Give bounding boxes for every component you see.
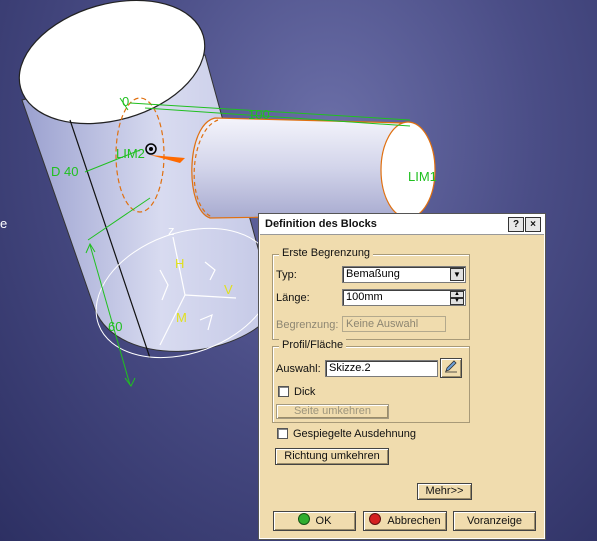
length-input-value: 100mm — [346, 291, 383, 303]
selection-label: Auswahl: — [276, 363, 321, 375]
selection-field[interactable]: Skizze.2 — [325, 360, 438, 377]
axis-m-label: M — [176, 310, 187, 325]
ok-button[interactable]: OK — [273, 511, 356, 531]
axis-v-label: V — [224, 282, 233, 297]
first-limit-title: Erste Begrenzung — [279, 247, 374, 259]
limit-field: Keine Auswahl — [342, 316, 446, 332]
length-input[interactable]: 100mm ▲ ▼ — [342, 289, 466, 306]
dim-sixty-label: 60 — [108, 319, 122, 334]
spin-up-icon[interactable]: ▲ — [450, 291, 464, 298]
left-edge-text: e — [0, 216, 7, 231]
dialog-titlebar[interactable]: Definition des Blocks ? × — [260, 215, 544, 235]
limit-label: Begrenzung: — [276, 319, 339, 331]
type-select-value: Bemaßung — [346, 268, 400, 280]
thick-label: Dick — [294, 386, 316, 398]
dialog-title: Definition des Blocks — [265, 218, 377, 230]
pad-definition-dialog[interactable]: Definition des Blocks ? × Erste Begrenzu… — [258, 213, 546, 540]
edit-sketch-icon[interactable] — [440, 358, 462, 378]
mirrored-extent-label: Gespiegelte Ausdehnung — [293, 428, 416, 440]
close-button[interactable]: × — [525, 217, 541, 232]
axis-z-label: z — [168, 223, 175, 238]
dim-zero-label: 0 — [122, 94, 129, 109]
lim1-label: LIM1 — [408, 169, 437, 184]
mirrored-extent-checkbox[interactable] — [277, 428, 288, 439]
reverse-side-button[interactable]: Seite umkehren — [276, 404, 389, 419]
cancel-label: Abbrechen — [387, 515, 441, 527]
diameter-label: D 40 — [51, 164, 78, 179]
limit-field-value: Keine Auswahl — [346, 318, 419, 330]
more-button[interactable]: Mehr>> — [417, 483, 472, 500]
help-button[interactable]: ? — [508, 217, 524, 232]
profile-group: Profil/Fläche Auswahl: Skizze.2 Dick Sei… — [272, 339, 470, 423]
axis-h-label: H — [175, 256, 184, 271]
spin-down-icon[interactable]: ▼ — [450, 298, 464, 305]
dim-length-label: 100 — [248, 107, 270, 122]
cancel-button[interactable]: Abbrechen — [363, 511, 447, 531]
lim2-label: LIM2 — [116, 146, 145, 161]
cancel-icon — [369, 513, 382, 525]
thick-checkbox[interactable] — [278, 386, 289, 397]
first-limit-group: Erste Begrenzung Typ: Bemaßung ▼ Länge: … — [272, 247, 470, 340]
ok-icon — [297, 513, 310, 525]
selection-field-value: Skizze.2 — [329, 362, 371, 374]
preview-button[interactable]: Voranzeige — [453, 511, 536, 531]
type-label: Typ: — [276, 269, 297, 281]
type-select[interactable]: Bemaßung ▼ — [342, 266, 466, 283]
length-label: Länge: — [276, 292, 310, 304]
reverse-direction-button[interactable]: Richtung umkehren — [275, 448, 389, 465]
extruded-pad[interactable] — [191, 117, 436, 219]
chevron-down-icon[interactable]: ▼ — [450, 268, 464, 281]
ok-label: OK — [315, 515, 332, 527]
profile-title: Profil/Fläche — [279, 339, 347, 351]
